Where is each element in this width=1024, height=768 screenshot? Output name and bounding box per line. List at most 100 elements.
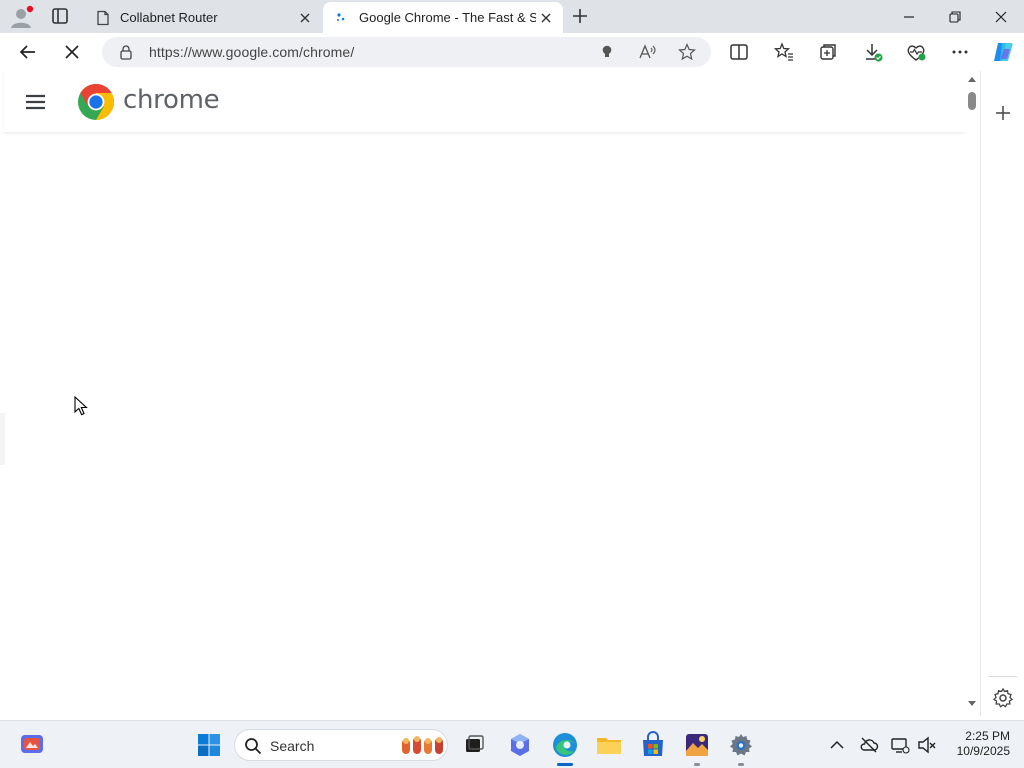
- title-bar: Collabnet Router Google Chrome - The Fas…: [0, 0, 1024, 33]
- copilot-icon: [994, 43, 1013, 61]
- game-app-button[interactable]: [683, 731, 711, 759]
- scrollbar-thumb[interactable]: [968, 92, 976, 110]
- clock-date: 10/9/2025: [956, 744, 1010, 758]
- running-app-indicator: [738, 763, 744, 766]
- site-header: chrome: [4, 71, 964, 133]
- widgets-button[interactable]: [18, 731, 46, 759]
- task-view-button[interactable]: [460, 731, 488, 759]
- plus-icon: [996, 106, 1010, 120]
- task-view-icon: [466, 735, 484, 752]
- back-button[interactable]: [16, 40, 40, 64]
- settings-taskbar-button[interactable]: [727, 731, 755, 759]
- chrome-logo[interactable]: [77, 83, 115, 121]
- add-favorite-button[interactable]: [678, 43, 696, 61]
- mouse-cursor-icon: [74, 395, 88, 416]
- url-text[interactable]: https://www.google.com/chrome/: [149, 44, 354, 60]
- page-content-loading: [0, 134, 980, 716]
- new-tab-button[interactable]: [569, 5, 591, 27]
- game-icon: [686, 734, 708, 756]
- edge-taskbar-button[interactable]: [551, 731, 579, 759]
- sidebar-add-button[interactable]: [993, 103, 1013, 123]
- show-hidden-icons-button[interactable]: [827, 735, 847, 755]
- network-icon: [891, 738, 910, 754]
- downloads-icon: [866, 44, 883, 62]
- downloads-button[interactable]: [862, 41, 884, 63]
- volume-button[interactable]: [917, 735, 937, 755]
- lightbulb-icon: [602, 45, 612, 57]
- tab-title: Collabnet Router: [120, 10, 218, 25]
- favorites-button[interactable]: [773, 41, 795, 63]
- tab-collabnet-router[interactable]: Collabnet Router: [84, 2, 322, 33]
- read-aloud-button[interactable]: [638, 43, 656, 61]
- more-icon: [952, 50, 968, 54]
- tab-close-button[interactable]: [536, 8, 556, 28]
- tab-title: Google Chrome - The Fast & Sec: [359, 10, 536, 25]
- read-aloud-icon: [639, 44, 656, 59]
- tab-google-chrome[interactable]: Google Chrome - The Fast & Sec: [323, 2, 563, 33]
- tab-actions-button[interactable]: [48, 5, 72, 27]
- edge-sidebar: [980, 71, 1024, 716]
- gear-icon: [730, 734, 752, 756]
- active-app-indicator: [557, 763, 573, 766]
- network-button[interactable]: [890, 735, 910, 755]
- copilot-icon: [511, 734, 529, 756]
- cloud-offline-icon: [860, 737, 879, 753]
- back-arrow-icon: [19, 45, 35, 59]
- clock-time: 2:25 PM: [965, 729, 1010, 743]
- running-app-indicator: [694, 763, 700, 766]
- more-button[interactable]: [949, 41, 971, 63]
- favorites-icon: [773, 42, 793, 61]
- tab-close-button[interactable]: [295, 8, 315, 28]
- vertical-scrollbar[interactable]: [964, 71, 980, 716]
- stop-loading-button[interactable]: [60, 40, 84, 64]
- split-screen-icon: [730, 44, 748, 60]
- brand-wordmark[interactable]: chrome: [123, 85, 220, 115]
- tab-actions-icon: [52, 8, 68, 24]
- copilot-button[interactable]: [990, 39, 1016, 65]
- edge-icon: [553, 733, 577, 757]
- minimize-icon: [904, 15, 914, 18]
- search-label: Search: [270, 738, 315, 754]
- file-explorer-button[interactable]: [595, 731, 623, 759]
- close-icon: [541, 13, 551, 22]
- browser-essentials-button[interactable]: [905, 41, 927, 63]
- page-edge-shadow: [0, 413, 5, 465]
- gear-icon: [992, 687, 1014, 708]
- star-icon: [678, 43, 696, 61]
- restore-button[interactable]: [932, 0, 978, 33]
- profile-icon: [11, 5, 34, 28]
- microsoft-store-button[interactable]: [639, 731, 667, 759]
- folder-icon: [597, 738, 621, 754]
- lock-icon: [120, 45, 132, 60]
- volume-muted-icon: [918, 736, 936, 754]
- page-viewport: chrome: [0, 71, 980, 716]
- widgets-icon: [21, 735, 43, 753]
- split-screen-button[interactable]: [728, 41, 750, 63]
- page-icon: [97, 10, 109, 25]
- chrome-logo-icon: [78, 84, 115, 121]
- close-window-button[interactable]: [978, 0, 1024, 33]
- system-clock[interactable]: 2:25 PM 10/9/2025: [944, 729, 1010, 759]
- collections-button[interactable]: [817, 41, 839, 63]
- hamburger-menu-button[interactable]: [24, 90, 48, 114]
- copilot-taskbar-button[interactable]: [506, 731, 534, 759]
- chevron-up-icon: [830, 740, 844, 749]
- close-icon: [995, 11, 1007, 22]
- address-bar[interactable]: https://www.google.com/chrome/: [102, 37, 711, 67]
- store-icon: [643, 731, 663, 756]
- sidebar-divider: [989, 676, 1017, 677]
- profile-avatar-button[interactable]: [9, 5, 35, 29]
- scroll-down-icon[interactable]: [967, 700, 977, 708]
- close-icon: [300, 13, 310, 22]
- browser-essentials-icon: [907, 45, 926, 61]
- scroll-up-icon[interactable]: [967, 75, 977, 83]
- plus-icon: [573, 9, 587, 23]
- restore-icon: [949, 10, 961, 23]
- onedrive-button[interactable]: [859, 735, 879, 755]
- sidebar-settings-button[interactable]: [992, 687, 1014, 709]
- taskbar-search-box[interactable]: Search: [234, 729, 448, 761]
- minimize-button[interactable]: [886, 0, 932, 33]
- tracking-prevention-button[interactable]: [598, 43, 616, 61]
- start-button[interactable]: [195, 731, 223, 759]
- hamburger-menu-icon: [26, 94, 45, 110]
